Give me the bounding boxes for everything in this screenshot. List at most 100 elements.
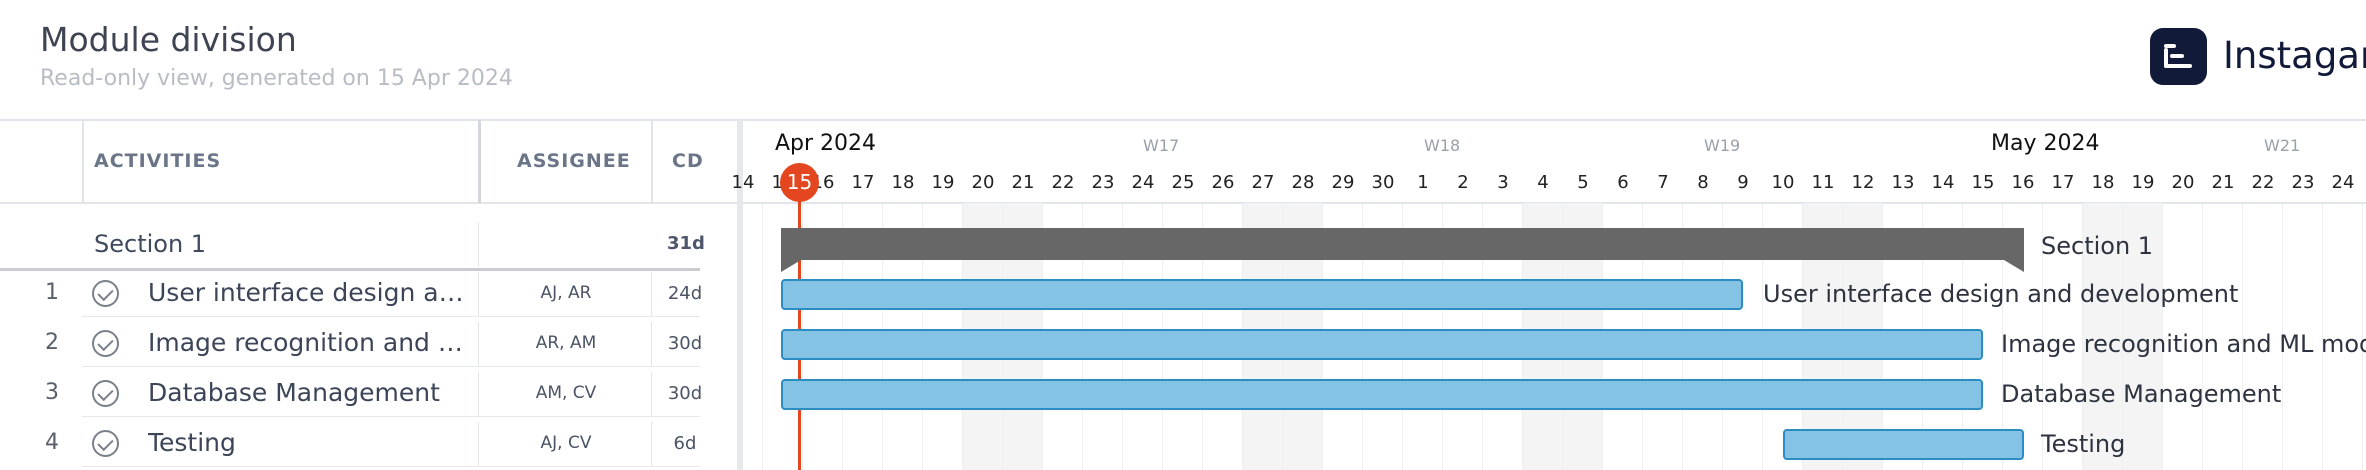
task-name[interactable]: Database Management <box>148 378 478 407</box>
task-assignee[interactable]: AM, CV <box>481 383 651 403</box>
day-label: 14 <box>1931 172 1955 193</box>
day-label: 23 <box>2291 172 2315 193</box>
row-number: 2 <box>45 330 59 355</box>
day-label: 22 <box>1051 172 1075 193</box>
row-cell-divider <box>651 422 652 466</box>
day-label: 7 <box>1657 172 1669 193</box>
day-label: 1 <box>1417 172 1429 193</box>
section-bar-label: Section 1 <box>2041 232 2154 260</box>
col-divider-num <box>82 120 84 203</box>
week-label: W21 <box>2264 136 2301 155</box>
column-header-assignee[interactable]: ASSIGNEE <box>517 150 631 172</box>
task-name[interactable]: Testing <box>148 428 478 457</box>
task-bar-label: User interface design and development <box>1763 280 2239 308</box>
day-label: 21 <box>1011 172 1035 193</box>
column-header-cd[interactable]: CD <box>672 150 704 172</box>
day-label: 10 <box>1771 172 1795 193</box>
day-label: 20 <box>971 172 995 193</box>
check-circle-icon[interactable] <box>92 330 119 357</box>
day-label: 22 <box>2251 172 2275 193</box>
day-label: 25 <box>1171 172 1195 193</box>
day-label: 6 <box>1617 172 1629 193</box>
week-label: W17 <box>1143 136 1180 155</box>
page-title: Module division <box>40 20 297 59</box>
day-label: 23 <box>1091 172 1115 193</box>
row-number: 1 <box>45 280 59 305</box>
row-divider <box>82 416 700 417</box>
row-number: 3 <box>45 380 59 405</box>
page-subtitle: Read-only view, generated on 15 Apr 2024 <box>40 66 513 91</box>
day-label: 27 <box>1251 172 1275 193</box>
row-divider <box>82 366 700 367</box>
col-divider-assignee <box>651 120 653 203</box>
col-divider-activities <box>478 120 481 203</box>
section-name[interactable]: Section 1 <box>94 230 206 258</box>
row-cell-divider <box>651 322 652 366</box>
task-duration: 30d <box>667 383 703 404</box>
task-bar[interactable] <box>1783 429 2024 460</box>
row-cell-divider <box>651 372 652 416</box>
task-assignee[interactable]: AR, AM <box>481 333 651 353</box>
day-label: 24 <box>2331 172 2355 193</box>
row-cell-divider <box>478 422 479 466</box>
today-line <box>798 182 801 470</box>
day-label: 11 <box>1811 172 1835 193</box>
day-label: 20 <box>2171 172 2195 193</box>
month-label: Apr 2024 <box>775 131 877 156</box>
task-bar[interactable] <box>781 279 1743 310</box>
day-label: 16 <box>2011 172 2035 193</box>
row-divider <box>82 466 700 467</box>
day-label: 21 <box>2211 172 2235 193</box>
day-label: 19 <box>931 172 955 193</box>
row-cell-divider <box>478 372 479 416</box>
day-label: 9 <box>1737 172 1749 193</box>
day-label: 29 <box>1331 172 1355 193</box>
gantt-timeline: 1415161718192021222324252627282930123456… <box>732 120 2366 470</box>
day-label: 5 <box>1577 172 1589 193</box>
app-logo-icon <box>2150 28 2207 85</box>
task-bar[interactable] <box>781 329 1983 360</box>
check-circle-icon[interactable] <box>92 280 119 307</box>
section-divider <box>0 268 700 271</box>
day-label: 18 <box>2091 172 2115 193</box>
task-bar-label: Image recognition and ML model <box>2001 330 2366 358</box>
section-cell-divider <box>478 222 479 267</box>
month-label: May 2024 <box>1991 131 2100 156</box>
check-circle-icon[interactable] <box>92 380 119 407</box>
column-header-activities[interactable]: ACTIVITIES <box>94 150 221 172</box>
task-assignee[interactable]: AJ, AR <box>481 283 651 303</box>
row-cell-divider <box>651 272 652 316</box>
task-name[interactable]: User interface design and d... <box>148 278 478 307</box>
day-label: 17 <box>2051 172 2075 193</box>
logo-text: Instagan <box>2223 34 2366 77</box>
task-duration: 30d <box>667 333 703 354</box>
day-label: 12 <box>1851 172 1875 193</box>
day-label: 19 <box>2131 172 2155 193</box>
logo-glyph-icon <box>2164 44 2192 68</box>
day-label: 28 <box>1291 172 1315 193</box>
task-bar[interactable] <box>781 379 1983 410</box>
week-label: W18 <box>1424 136 1461 155</box>
day-label: 2 <box>1457 172 1469 193</box>
task-bar-label: Database Management <box>2001 380 2282 408</box>
task-assignee[interactable]: AJ, CV <box>481 433 651 453</box>
day-label: 4 <box>1537 172 1549 193</box>
task-duration: 24d <box>667 283 703 304</box>
row-number: 4 <box>45 430 59 455</box>
row-cell-divider <box>478 272 479 316</box>
day-label: 15 <box>1971 172 1995 193</box>
row-cell-divider <box>478 322 479 366</box>
week-label: W19 <box>1704 136 1741 155</box>
day-gridline <box>762 203 763 470</box>
section-summary-bar[interactable] <box>781 228 2024 272</box>
task-duration: 6d <box>673 433 697 454</box>
day-label: 17 <box>851 172 875 193</box>
today-badge: 15 <box>780 163 819 202</box>
task-bar-label: Testing <box>2041 430 2126 458</box>
day-label: 14 <box>731 172 755 193</box>
check-circle-icon[interactable] <box>92 430 119 457</box>
day-label: 18 <box>891 172 915 193</box>
task-name[interactable]: Image recognition and ML ... <box>148 328 478 357</box>
day-label: 26 <box>1211 172 1235 193</box>
day-label: 13 <box>1891 172 1915 193</box>
